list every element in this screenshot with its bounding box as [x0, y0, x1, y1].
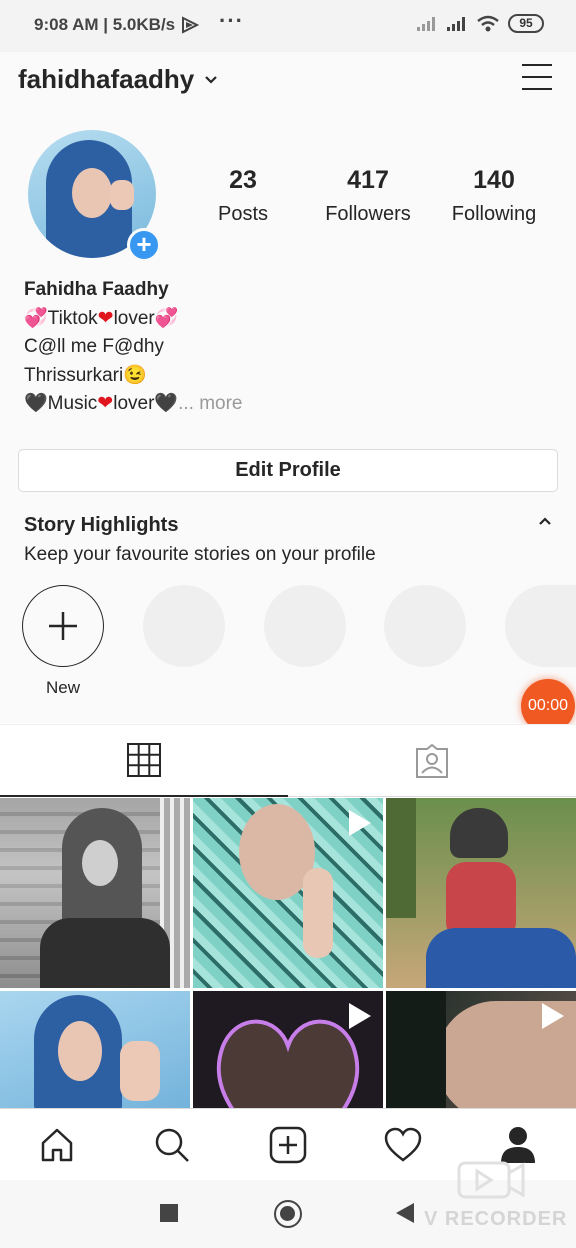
post-thumbnail[interactable]: [0, 991, 190, 1108]
post-thumbnail[interactable]: [193, 798, 383, 988]
recorder-watermark: V RECORDER: [424, 1208, 568, 1230]
bio-line-2: C@ll me F@dhy: [24, 336, 164, 357]
tab-grid[interactable]: [0, 725, 288, 797]
followers-count: 417: [347, 166, 389, 194]
followers-label: Followers: [325, 203, 411, 225]
more-link[interactable]: ... more: [178, 393, 242, 414]
highlights-title: Story Highlights: [24, 514, 179, 536]
highlight-placeholder: [505, 585, 576, 667]
bio-text-3: Thrissurkari: [24, 364, 124, 386]
avatar-container[interactable]: +: [28, 130, 161, 262]
new-highlight-button[interactable]: [22, 585, 104, 667]
video-indicator-icon: [542, 1003, 564, 1029]
status-bar: 9:08 AM | 5.0KB/s ··· 95: [0, 0, 576, 52]
tagged-icon: [416, 743, 448, 778]
menu-icon[interactable]: [522, 64, 552, 92]
signal-icon-2: [447, 16, 465, 31]
tab-tagged[interactable]: [288, 725, 576, 797]
back-button[interactable]: [396, 1203, 414, 1223]
post-thumbnail[interactable]: [193, 991, 383, 1108]
bio-text-4b: lover: [113, 393, 155, 414]
recorder-logo-icon: [457, 1161, 525, 1199]
status-time: 9:08 AM | 5.0KB/s: [34, 15, 200, 35]
plus-icon: [49, 612, 77, 640]
chevron-up-icon[interactable]: [538, 514, 552, 528]
posts-label: Posts: [217, 203, 269, 225]
bio-line-3: Thrissurkari😉: [24, 364, 147, 386]
recents-button[interactable]: [160, 1204, 178, 1222]
home-button[interactable]: [274, 1200, 302, 1228]
status-dots: ···: [219, 8, 244, 33]
posts-count: 23: [229, 166, 257, 194]
video-indicator-icon: [349, 810, 371, 836]
status-time-text: 9:08 AM | 5.0KB/s: [34, 15, 176, 34]
bio-line-4: 🖤Music❤lover🖤... more: [24, 393, 243, 414]
bio-text-1: Tiktok: [47, 307, 98, 329]
bio-text-4: Music: [47, 393, 98, 414]
add-story-button[interactable]: +: [127, 228, 161, 262]
posts-grid: [0, 798, 576, 1108]
highlight-placeholder: [143, 585, 225, 667]
stat-posts[interactable]: 23 Posts: [178, 166, 308, 226]
following-count: 140: [473, 166, 515, 194]
post-thumbnail[interactable]: [386, 991, 576, 1108]
profile-tabs: [0, 724, 576, 797]
post-thumbnail[interactable]: [386, 798, 576, 988]
stat-followers[interactable]: 417 Followers: [303, 166, 433, 226]
battery-indicator: 95: [508, 14, 544, 33]
profile-header: fahidhafaadhy: [0, 52, 576, 110]
play-store-icon: [182, 16, 200, 34]
following-label: Following: [451, 203, 537, 225]
edit-profile-button[interactable]: Edit Profile: [18, 449, 558, 492]
username-switcher[interactable]: fahidhafaadhy: [18, 64, 218, 95]
stat-following[interactable]: 140 Following: [429, 166, 559, 226]
home-icon[interactable]: [37, 1125, 77, 1165]
chevron-down-icon: [205, 75, 218, 84]
bio: Fahidha Faadhy 💞Tiktok❤lover💞 C@ll me F@…: [24, 276, 242, 419]
highlight-placeholder: [264, 585, 346, 667]
wifi-icon: [477, 15, 499, 31]
search-icon[interactable]: [152, 1125, 192, 1165]
signal-icon: [417, 16, 435, 31]
status-icons: 95: [416, 14, 544, 33]
full-name: Fahidha Faadhy: [24, 279, 169, 300]
bio-line-1: 💞Tiktok❤lover💞: [24, 307, 179, 329]
add-post-icon[interactable]: [268, 1125, 308, 1165]
profile-section: + 23 Posts 417 Followers 140 Following F…: [0, 110, 576, 733]
new-highlight-label: New: [45, 678, 80, 697]
heart-icon[interactable]: [383, 1125, 423, 1165]
grid-icon: [127, 743, 161, 777]
post-thumbnail[interactable]: [0, 798, 190, 988]
highlights-subtitle: Keep your favourite stories on your prof…: [24, 544, 376, 565]
username: fahidhafaadhy: [18, 64, 195, 94]
bio-text-1b: lover: [113, 307, 155, 329]
video-indicator-icon: [349, 1003, 371, 1029]
highlight-placeholder: [384, 585, 466, 667]
